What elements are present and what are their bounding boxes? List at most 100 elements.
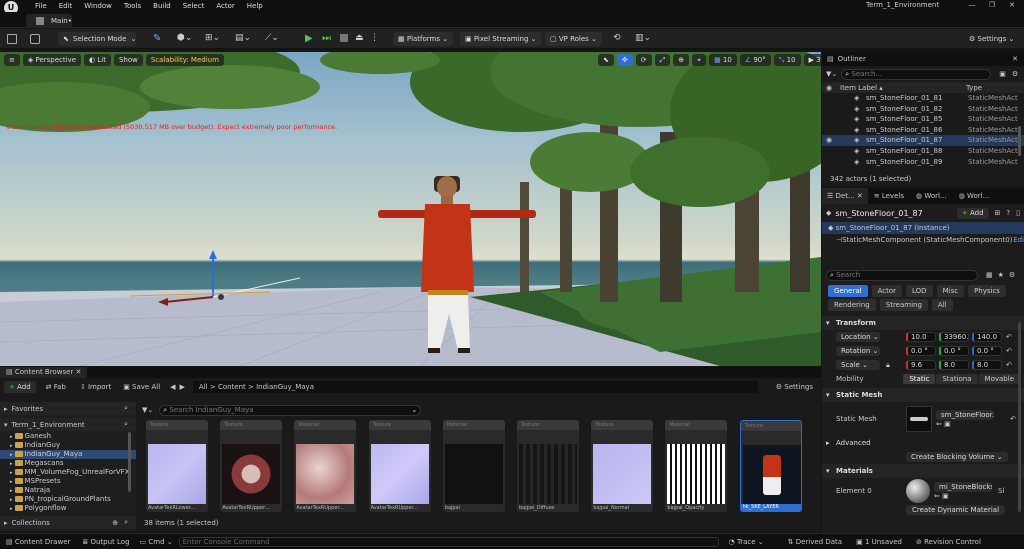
menu-build[interactable]: Build [153,2,171,10]
rotate-tool-icon[interactable]: ⟳ [635,54,652,66]
lock-icon[interactable]: 🔒︎ [886,361,906,370]
column-item-label[interactable]: Item Label ▴ [838,84,966,92]
extra-tool-icon[interactable]: ▥⌄ [635,33,651,43]
tab-main[interactable]: Main• [26,14,72,28]
save-all-button[interactable]: ▣ Save All [123,383,160,391]
collections-header[interactable]: ▸ Collections ⊕ ⌕ [0,516,136,529]
reset-icon[interactable]: ↶ [1006,333,1012,341]
back-icon[interactable]: ◀ [170,383,175,391]
asset-tile[interactable]: Texture AvatarTexRUpper... [220,420,283,512]
location-x-field[interactable]: 10.0 [906,332,936,342]
forward-icon[interactable]: ▶ [180,383,185,391]
filter-rendering[interactable]: Rendering [828,299,876,311]
filter-icon[interactable]: ▼⌄ [142,406,153,414]
mesh-thumbnail[interactable] [906,406,932,432]
level-viewport[interactable]: Video memory has been exhausted (5030.51… [0,52,821,366]
cmd-dropdown[interactable]: ▭ Cmd ⌄ [140,538,173,546]
trace-button[interactable]: ◔ Trace ⌄ [729,538,764,546]
filter-lod[interactable]: LOD [906,285,933,297]
details-scrollbar[interactable] [1018,322,1021,512]
tab-levels[interactable]: ≋ Levels [868,192,910,200]
more-options-icon[interactable]: ⋮ [370,33,379,43]
visibility-icon[interactable]: ◉ [826,135,832,146]
breadcrumb-content[interactable]: Content [218,383,246,391]
add-actor-icon[interactable]: ⬢⌄ [177,33,192,43]
material-dropdown[interactable]: mi_StoneBlocks [934,482,992,492]
play-next-frame-icon[interactable]: ⏭ [322,33,331,44]
materials-section-header[interactable]: ▾ Materials [822,464,1024,478]
search-icon[interactable]: ⌕ [124,518,128,527]
material-thumbnail[interactable] [906,479,930,503]
close-icon[interactable]: ✕ [1012,55,1018,63]
close-icon[interactable]: ✕ [857,192,863,200]
menu-file[interactable]: File [35,2,47,10]
import-button[interactable]: ⇩ Import [80,383,111,391]
menu-edit[interactable]: Edit [59,2,73,10]
outliner-scrollbar[interactable] [1018,126,1021,156]
content-drawer-button[interactable]: ▤ Content Drawer [6,538,70,546]
tree-folder-item[interactable]: ▸ Natraja [0,486,136,495]
search-icon[interactable]: ⌕ [124,420,128,429]
menu-actor[interactable]: Actor [216,2,234,10]
scale-x-field[interactable]: 9.6 [906,360,936,370]
filter-general[interactable]: General [828,285,868,297]
tree-folder-item[interactable]: ▸ MSPresets [0,477,136,486]
pixel-streaming-dropdown[interactable]: ▣ Pixel Streaming ⌄ [460,32,542,46]
blueprint-icon[interactable]: ⊞ [995,209,1001,217]
filter-actor[interactable]: Actor [871,285,903,297]
filter-icon[interactable]: ▼⌄ [826,70,837,78]
rotation-z-field[interactable]: 0.0 ° [972,346,1002,356]
tree-folder-item[interactable]: ▸ MM_VolumeFog_UnrealForVFX [0,468,136,477]
tree-root-label[interactable]: Term_1_Environment [12,421,85,429]
component-row[interactable]: ⊣ StaticMeshComponent (StaticMeshCompone… [822,234,1024,246]
filter-misc[interactable]: Misc [936,285,965,297]
select-tool-icon[interactable]: ⬉ [598,54,614,66]
close-icon[interactable]: ✕ [76,368,82,376]
scale-dropdown[interactable]: Scale ⌄ [836,360,880,370]
derived-data-button[interactable]: ⇅ Derived Data [788,538,842,546]
tab-details[interactable]: ☰ Det... ✕ [822,188,868,204]
browse-folder-icon[interactable]: ▣ [944,420,951,428]
component-instance-row[interactable]: ◆ sm_StoneFloor_01_87 (Instance) [822,222,1024,234]
source-control-icon[interactable] [30,34,40,44]
fab-button[interactable]: ⇄ Fab [46,383,66,391]
mobility-stationary[interactable]: Stationa [936,373,978,384]
settings-dropdown[interactable]: ⚙ Settings ⌄ [964,32,1019,46]
tree-folder-item[interactable]: ▸ Megascans [0,459,136,468]
create-dynamic-material-button[interactable]: Create Dynamic Material [906,505,1006,515]
asset-tile[interactable]: Texture bajpai_Normal [591,420,654,512]
location-dropdown[interactable]: Location ⌄ [836,332,880,342]
search-icon[interactable]: ⌕ [124,404,128,413]
asset-tile[interactable]: Material bajpai [442,420,505,512]
scalability-badge[interactable]: Scalability: Medium [145,54,224,66]
grid-snap-button[interactable]: ▦ 10 [709,54,737,66]
asset-tile[interactable]: Material AvatarTexRUpper... [294,420,357,512]
revision-icon[interactable]: ⟲ [613,33,621,43]
rotation-snap-button[interactable]: ∠ 90° [739,54,771,66]
rotation-x-field[interactable]: 0.0 ° [906,346,936,356]
reset-icon[interactable]: ↶ [1006,347,1012,355]
reset-icon[interactable]: ↶ [1010,415,1016,423]
mobility-static[interactable]: Static [903,373,936,384]
close-icon[interactable]: ✕ [1002,1,1022,9]
transform-section-header[interactable]: ▾ Transform [822,316,1024,330]
vp-roles-dropdown[interactable]: ▢ VP Roles ⌄ [545,32,602,46]
unsaved-button[interactable]: ▣ 1 Unsaved [856,538,902,546]
browse-folder-icon[interactable]: ▣ [942,492,949,500]
tree-folder-item[interactable]: ▸ Polygonflow [0,504,136,513]
viewport-menu-button[interactable]: ≡ [4,54,20,66]
console-input[interactable]: Enter Console Command [178,536,719,547]
menu-tools[interactable]: Tools [124,2,141,10]
world-space-icon[interactable]: ⊕ [673,54,690,66]
minimize-icon[interactable]: — [962,1,982,9]
revision-control-button[interactable]: ⊘ Revision Control [916,538,981,546]
menu-window[interactable]: Window [84,2,112,10]
maximize-icon[interactable]: ❐ [982,1,1002,9]
scale-z-field[interactable]: 8.0 [972,360,1002,370]
outliner-row[interactable]: ◈ sm_StoneFloor_01_88 StaticMeshActor [822,146,1024,157]
filter-streaming[interactable]: Streaming [879,299,928,311]
asset-search-input[interactable]: ⌕ Search IndianGuy_Maya ⌄ [159,404,422,416]
create-blocking-volume-button[interactable]: Create Blocking Volume ⌄ [906,452,1008,462]
asset-tile[interactable]: Texture bajpai_Diffuse [517,420,579,512]
lit-button[interactable]: ◐ Lit [84,54,111,66]
